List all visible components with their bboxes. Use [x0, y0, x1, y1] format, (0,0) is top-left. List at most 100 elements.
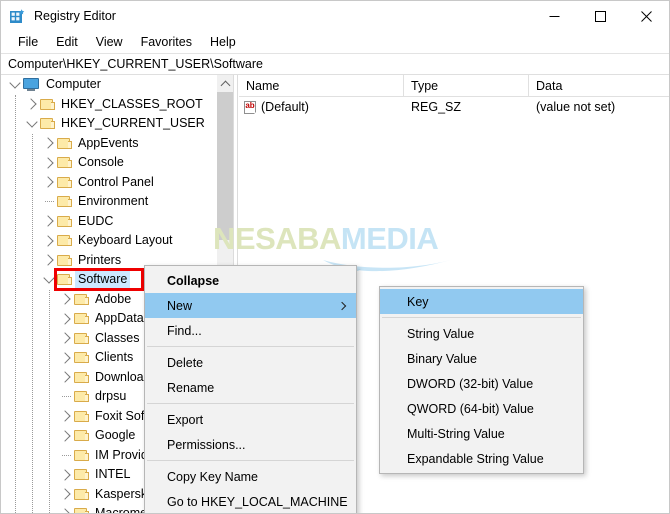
folder-icon: [57, 234, 72, 247]
string-value-icon: ab: [244, 100, 257, 115]
folder-icon: [74, 449, 89, 462]
column-header-type[interactable]: Type: [404, 75, 529, 97]
folder-icon: [40, 98, 55, 111]
context-menu-item-label: Go to HKEY_LOCAL_MACHINE: [167, 494, 348, 509]
menu-help[interactable]: Help: [201, 34, 245, 52]
chevron-right-icon[interactable]: [24, 95, 40, 114]
folder-icon: [57, 176, 72, 189]
context-menu-item-label: New: [167, 298, 193, 313]
folder-icon: [74, 371, 89, 384]
context-menu-item-delete[interactable]: Delete: [145, 350, 356, 375]
menu-file[interactable]: File: [9, 34, 47, 52]
tree-item-label: INTEL: [95, 467, 131, 481]
computer-icon: [23, 77, 40, 92]
scroll-up-arrow-icon[interactable]: [217, 75, 233, 92]
context-menu-item-collapse[interactable]: Collapse: [145, 268, 356, 293]
maximize-button[interactable]: [577, 1, 623, 32]
submenu-item-string-value[interactable]: String Value: [380, 321, 583, 346]
folder-icon: [74, 507, 89, 513]
context-menu-item-find[interactable]: Find...: [145, 318, 356, 343]
tree-item-control-panel[interactable]: Control Panel: [1, 173, 236, 193]
context-menu-item-label: Rename: [167, 380, 215, 395]
chevron-right-icon[interactable]: [58, 348, 74, 367]
title-bar: Registry Editor: [1, 1, 669, 32]
folder-icon: [74, 410, 89, 423]
tree-item-eudc[interactable]: EUDC: [1, 212, 236, 232]
context-menu-item-copy-key-name[interactable]: Copy Key Name: [145, 464, 356, 489]
tree-leaf-connector: [58, 387, 74, 406]
address-path: Computer\HKEY_CURRENT_USER\Software: [8, 56, 263, 71]
chevron-right-icon[interactable]: [58, 290, 74, 309]
context-menu-item-go-to-hkey-local-machine[interactable]: Go to HKEY_LOCAL_MACHINE: [145, 489, 356, 513]
folder-icon: [57, 137, 72, 150]
submenu-item-dword-32-bit-value[interactable]: DWORD (32-bit) Value: [380, 371, 583, 396]
context-menu-item-label: Copy Key Name: [167, 469, 259, 484]
chevron-right-icon[interactable]: [41, 251, 57, 270]
submenu-item-qword-64-bit-value[interactable]: QWORD (64-bit) Value: [380, 396, 583, 421]
chevron-right-icon[interactable]: [58, 407, 74, 426]
close-button[interactable]: [623, 1, 669, 32]
menu-favorites[interactable]: Favorites: [132, 34, 201, 52]
chevron-right-icon[interactable]: [41, 173, 57, 192]
list-column-headers: Name Type Data: [239, 75, 669, 97]
tree-item-label: Software: [75, 271, 131, 289]
tree-item-keyboard-layout[interactable]: Keyboard Layout: [1, 231, 236, 251]
context-menu-item-new[interactable]: New: [145, 293, 356, 318]
chevron-right-icon[interactable]: [58, 465, 74, 484]
registry-editor-icon: [9, 8, 26, 25]
chevron-right-icon[interactable]: [41, 231, 57, 250]
tree-item-console[interactable]: Console: [1, 153, 236, 173]
tree-guide-line: [15, 94, 16, 513]
chevron-right-icon[interactable]: [58, 309, 74, 328]
tree-item-hkey-current-user[interactable]: HKEY_CURRENT_USER: [1, 114, 236, 134]
tree-item-hkey-classes-root[interactable]: HKEY_CLASSES_ROOT: [1, 95, 236, 115]
minimize-button[interactable]: [531, 1, 577, 32]
chevron-down-icon[interactable]: [41, 270, 57, 289]
folder-icon: [74, 293, 89, 306]
chevron-right-icon[interactable]: [58, 485, 74, 504]
tree-guide-line: [32, 133, 33, 513]
submenu-item-expandable-string-value[interactable]: Expandable String Value: [380, 446, 583, 471]
chevron-right-icon[interactable]: [41, 212, 57, 231]
folder-icon: [57, 254, 72, 267]
chevron-right-icon[interactable]: [58, 368, 74, 387]
menu-separator: [147, 346, 354, 347]
chevron-right-icon[interactable]: [58, 426, 74, 445]
chevron-right-icon[interactable]: [58, 329, 74, 348]
menu-bar: File Edit View Favorites Help: [1, 32, 669, 53]
tree-item-computer[interactable]: Computer: [1, 75, 236, 95]
submenu-item-multi-string-value[interactable]: Multi-String Value: [380, 421, 583, 446]
value-name: (Default): [261, 100, 309, 115]
column-header-name[interactable]: Name: [239, 75, 404, 97]
menu-edit[interactable]: Edit: [47, 34, 87, 52]
chevron-right-icon[interactable]: [41, 153, 57, 172]
folder-icon: [74, 351, 89, 364]
address-bar[interactable]: Computer\HKEY_CURRENT_USER\Software: [1, 53, 669, 75]
tree-item-label: Classes: [95, 330, 140, 345]
tree-item-label: AppEvents: [78, 135, 139, 150]
column-header-data[interactable]: Data: [529, 75, 669, 97]
submenu-item-label: Multi-String Value: [407, 426, 505, 441]
folder-icon: [74, 390, 89, 403]
submenu-item-binary-value[interactable]: Binary Value: [380, 346, 583, 371]
tree-item-label: Computer: [46, 77, 101, 91]
folder-icon: [40, 117, 55, 130]
tree-item-appevents[interactable]: AppEvents: [1, 134, 236, 154]
chevron-right-icon[interactable]: [58, 504, 74, 513]
context-menu-item-label: Delete: [167, 355, 204, 370]
submenu-item-key[interactable]: Key: [380, 289, 583, 314]
scrollbar-thumb[interactable]: [217, 92, 233, 240]
cell-name: ab (Default): [239, 100, 404, 115]
submenu-item-label: String Value: [407, 326, 475, 341]
chevron-down-icon[interactable]: [24, 114, 40, 133]
menu-view[interactable]: View: [87, 34, 132, 52]
context-menu-item-permissions[interactable]: Permissions...: [145, 432, 356, 457]
chevron-right-icon[interactable]: [41, 134, 57, 153]
context-menu-item-export[interactable]: Export: [145, 407, 356, 432]
table-row[interactable]: ab (Default) REG_SZ (value not set): [239, 97, 669, 118]
folder-icon: [74, 429, 89, 442]
chevron-down-icon[interactable]: [7, 75, 23, 94]
registry-editor-window: Registry Editor File Edit View Favorites…: [0, 0, 670, 514]
context-menu-item-rename[interactable]: Rename: [145, 375, 356, 400]
tree-item-environment[interactable]: Environment: [1, 192, 236, 212]
